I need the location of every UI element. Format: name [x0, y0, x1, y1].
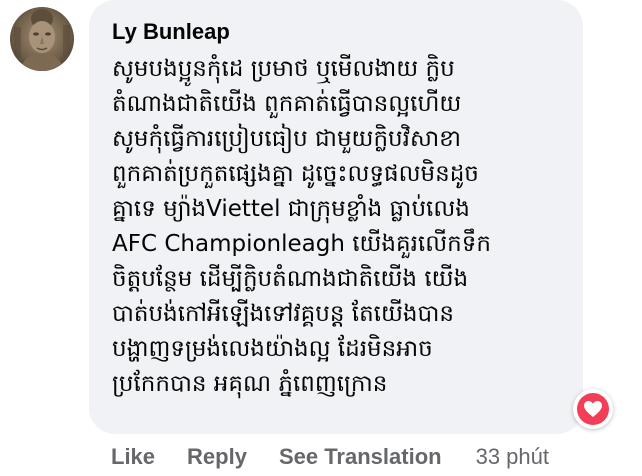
love-heart-icon [577, 393, 609, 425]
see-translation-button[interactable]: See Translation [279, 444, 442, 470]
comment-text: សូមបងប្អូនកុំដេ ប្រមាថ ឬមើលងាយ ក្លិប តំណ… [112, 52, 563, 402]
avatar[interactable] [10, 7, 74, 71]
comment-line: សូមកុំធ្វើការប្រៀបធៀប ជាមួយក្លិបវិសាខា [112, 126, 462, 152]
comment-actions: Like Reply See Translation 33 phút [111, 440, 549, 474]
like-button[interactable]: Like [111, 444, 155, 470]
comment-line: ចិត្តបន្ថែម ដើម្បីក្លិបតំណាងជាតិយើង យើង [112, 266, 469, 292]
comment-timestamp[interactable]: 33 phút [476, 444, 549, 470]
comment-line: បង្ហាញទម្រង់លេងយ៉ាងល្អ ដែរមិនអាច [112, 336, 433, 362]
comment-line: ប្រកែកបាន អគុណ ភ្នំពេញក្រោន [112, 371, 388, 397]
comment-bubble: Ly Bunleap សូមបងប្អូនកុំដេ ប្រមាថ ឬមើលងា… [89, 0, 583, 434]
comment-line: តំណាងជាតិយើង ពួកគាត់ធ្វើបានល្អហើយ [112, 91, 462, 117]
reaction-badge[interactable] [573, 389, 613, 429]
comment-line: ពួកគាត់ប្រកួតផ្សេងគ្នា ដូច្នេះលទ្ធផលមិនដ… [112, 161, 479, 187]
author-name[interactable]: Ly Bunleap [112, 18, 563, 46]
avatar-statue-image [10, 7, 74, 71]
reply-button[interactable]: Reply [187, 444, 247, 470]
comment-item: Ly Bunleap សូមបងប្អូនកុំដេ ប្រមាថ ឬមើលងា… [0, 0, 642, 476]
comment-line: AFC Championleagh យើងគួរលើកទឹក [112, 231, 491, 257]
comment-line: គ្នាទេ ម្យ៉ាងViettel ជាក្រុមខ្លាំង ធ្លាប… [112, 196, 470, 222]
comment-line: សូមបងប្អូនកុំដេ ប្រមាថ ឬមើលងាយ ក្លិប [112, 56, 455, 82]
comment-line: បាត់បង់កៅអីឡើងទៅវគ្គបន្ត តែយើងបាន [112, 301, 454, 327]
